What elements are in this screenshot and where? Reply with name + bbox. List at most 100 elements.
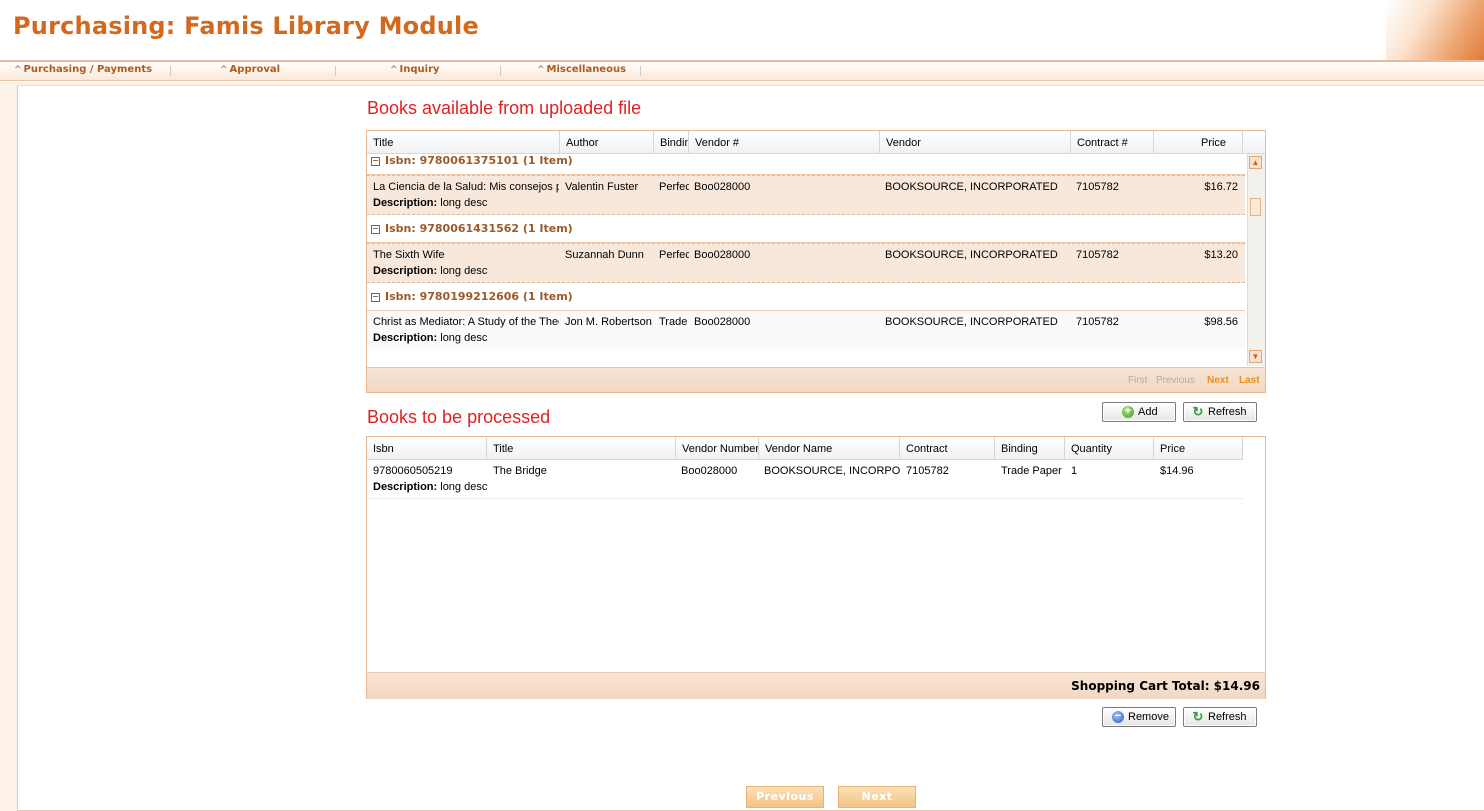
description-value: long desc (440, 197, 488, 209)
col-vendor-name[interactable]: Vendor Name (759, 437, 900, 459)
description-value: long desc (440, 265, 488, 277)
grid-header: Isbn Title Vendor Number Vendor Name Con… (367, 437, 1243, 460)
scroll-thumb[interactable] (1250, 198, 1261, 216)
remove-button-label: Remove (1128, 711, 1169, 723)
description-label: Description: (373, 197, 438, 209)
description-label: Description: (373, 481, 438, 493)
group-header[interactable]: − Isbn: 9780061375101 (1 Item) (367, 154, 1245, 175)
cell-vendor-number: Boo028000 (694, 249, 751, 261)
processed-books-grid: Isbn Title Vendor Number Vendor Name Con… (366, 436, 1266, 699)
collapse-icon[interactable]: − (371, 293, 380, 302)
cell-author: Valentin Fuster (565, 181, 639, 193)
vertical-scrollbar[interactable]: ▲ ▼ (1247, 154, 1265, 366)
refresh-icon: ↻ (1192, 709, 1204, 724)
group-header[interactable]: − Isbn: 9780199212606 (1 Item) (367, 290, 1245, 311)
cart-total: Shopping Cart Total: $14.96 (1071, 679, 1260, 693)
pager-last[interactable]: Last (1239, 375, 1260, 386)
cell-price: $98.56 (1204, 316, 1238, 328)
cell-isbn: 9780060505219 (373, 465, 453, 477)
pager: First Previous Next Last (367, 367, 1265, 392)
col-title[interactable]: Title (487, 437, 676, 459)
add-button-label: Add (1138, 406, 1158, 418)
available-books-title: Books available from uploaded file (367, 98, 642, 118)
nav-divider (640, 66, 641, 76)
col-vendor-number[interactable]: Vendor # (689, 131, 880, 153)
add-icon: + (1122, 406, 1134, 418)
row-description: Description: long desc (373, 481, 487, 493)
collapse-icon[interactable]: − (371, 225, 380, 234)
available-books-grid: Title Author Bindin Vendor # Vendor Cont… (366, 130, 1266, 393)
col-isbn[interactable]: Isbn (367, 437, 487, 459)
nav-purchasing-payments[interactable]: ^ Purchasing / Payments (14, 64, 152, 75)
remove-button[interactable]: − Remove (1102, 707, 1176, 727)
cell-price: $16.72 (1204, 181, 1238, 193)
pager-previous[interactable]: Previous (1156, 375, 1195, 386)
chevron-up-icon: ^ (537, 65, 545, 75)
table-row[interactable]: Christ as Mediator: A Study of the Theo … (367, 311, 1245, 349)
pager-first[interactable]: First (1128, 375, 1147, 386)
cell-vendor-number: Boo028000 (681, 465, 738, 477)
cell-price: $13.20 (1204, 249, 1238, 261)
refresh-cart-button[interactable]: ↻ Refresh (1183, 707, 1257, 727)
table-row[interactable]: The Sixth Wife Suzannah Dunn Perfec Boo0… (367, 243, 1245, 283)
cell-vendor: BOOKSOURCE, INCORPORATED (885, 316, 1058, 328)
nav-approval[interactable]: ^ Approval (220, 64, 280, 75)
cell-contract: 7105782 (1076, 316, 1119, 328)
nav-inquiry[interactable]: ^ Inquiry (390, 64, 440, 75)
group-header[interactable]: − Isbn: 9780061431562 (1 Item) (367, 222, 1245, 243)
col-contract[interactable]: Contract # (1071, 131, 1154, 153)
table-row[interactable]: La Ciencia de la Salud: Mis consejos pa … (367, 175, 1245, 215)
col-vendor-number[interactable]: Vendor Number (676, 437, 759, 459)
chevron-up-icon: ^ (14, 65, 22, 75)
add-button[interactable]: + Add (1102, 402, 1176, 422)
description-value: long desc (440, 332, 488, 344)
col-author[interactable]: Author (560, 131, 654, 153)
collapse-icon[interactable]: − (371, 157, 380, 166)
scroll-up-icon[interactable]: ▲ (1249, 156, 1262, 169)
cell-title: The Sixth Wife (373, 249, 445, 261)
grid-header: Title Author Bindin Vendor # Vendor Cont… (367, 131, 1265, 154)
col-binding[interactable]: Bindin (654, 131, 689, 153)
wizard-next-button[interactable]: Next (838, 786, 916, 808)
cell-author: Suzannah Dunn (565, 249, 644, 261)
nav-miscellaneous[interactable]: ^ Miscellaneous (537, 64, 626, 75)
wizard-previous-button[interactable]: Previous (746, 786, 824, 808)
cell-vendor: BOOKSOURCE, INCORPORATED (885, 181, 1058, 193)
row-description: Description: long desc (373, 265, 487, 277)
nav-label: Inquiry (399, 64, 440, 75)
col-binding[interactable]: Binding (995, 437, 1065, 459)
app-header: Purchasing: Famis Library Module (0, 0, 1484, 62)
table-row[interactable]: 9780060505219 The Bridge Boo028000 BOOKS… (367, 460, 1243, 499)
cell-quantity: 1 (1071, 465, 1078, 477)
cell-binding: Trade (659, 316, 688, 328)
cart-total-bar: Shopping Cart Total: $14.96 (367, 672, 1265, 699)
col-vendor[interactable]: Vendor (880, 131, 1071, 153)
cell-contract: 7105782 (1076, 181, 1119, 193)
nav-label: Approval (229, 64, 281, 75)
row-description: Description: long desc (373, 332, 487, 344)
row-description: Description: long desc (373, 197, 487, 209)
pager-next[interactable]: Next (1207, 375, 1229, 386)
cell-binding: Perfec (659, 181, 689, 193)
group-label: Isbn: 9780061375101 (1 Item) (385, 154, 573, 167)
scroll-down-icon[interactable]: ▼ (1249, 350, 1262, 363)
col-contract[interactable]: Contract (900, 437, 995, 459)
app-title: Purchasing: Famis Library Module (13, 12, 479, 40)
col-price[interactable]: Price (1154, 131, 1243, 153)
processed-books-title: Books to be processed (367, 407, 551, 427)
cell-author: Jon M. Robertson (565, 316, 652, 328)
cell-binding: Trade Paper (1001, 465, 1062, 477)
cell-price: $14.96 (1160, 465, 1194, 477)
content-panel: Books available from uploaded file Title… (17, 85, 1484, 811)
col-price[interactable]: Price (1154, 437, 1243, 459)
remove-icon: − (1112, 711, 1124, 723)
cell-vendor-number: Boo028000 (694, 316, 751, 328)
nav-divider (170, 66, 171, 76)
cell-contract: 7105782 (906, 465, 949, 477)
col-quantity[interactable]: Quantity (1065, 437, 1154, 459)
col-title[interactable]: Title (367, 131, 560, 153)
nav-label: Purchasing / Payments (23, 64, 153, 75)
header-decoration (1386, 0, 1484, 60)
cell-title: Christ as Mediator: A Study of the Theo (373, 316, 559, 328)
refresh-button[interactable]: ↻ Refresh (1183, 402, 1257, 422)
